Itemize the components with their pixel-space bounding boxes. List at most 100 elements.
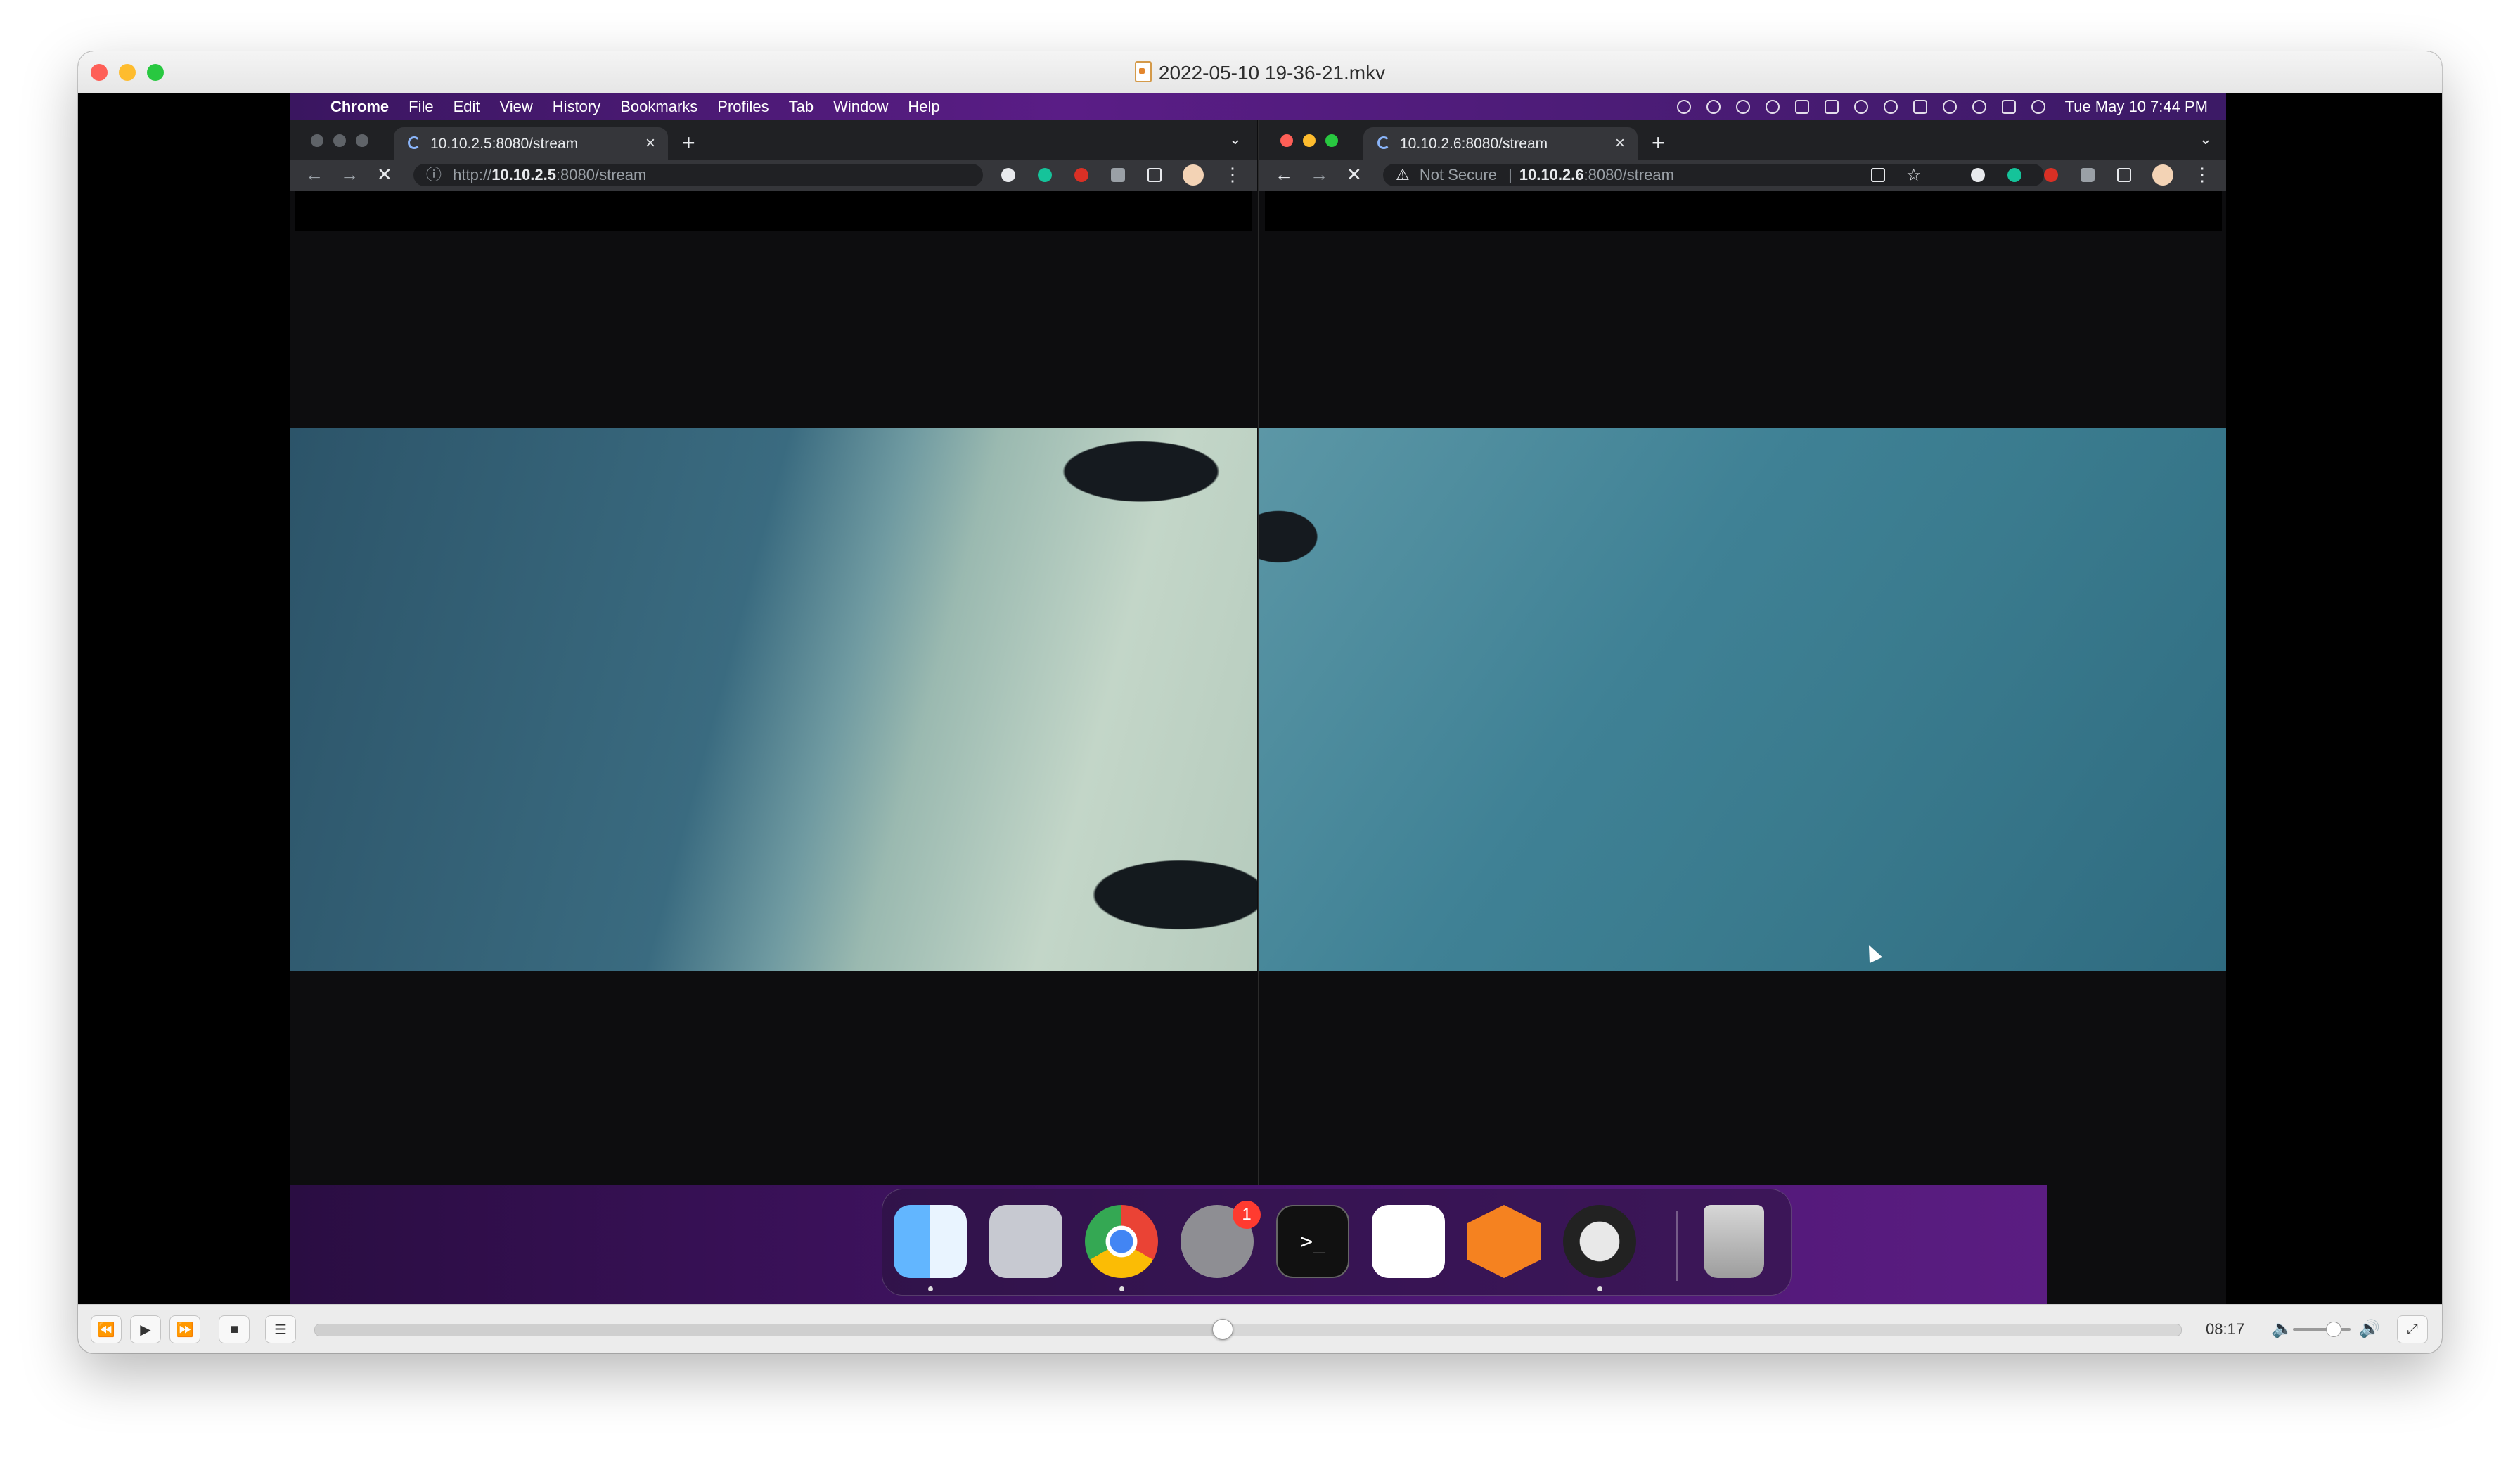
status-app-icon[interactable] (1676, 100, 1691, 114)
stop-button[interactable]: ■ (219, 1315, 250, 1343)
seek-bar-handle[interactable] (1211, 1319, 1233, 1340)
chrome-menu-icon[interactable]: ⋮ (2193, 164, 2211, 186)
browser-minimize-button[interactable] (333, 134, 346, 147)
grammarly-icon[interactable] (1038, 168, 1052, 182)
warning-icon[interactable]: ⚠ (1396, 166, 1410, 183)
spotlight-search-icon[interactable] (1972, 100, 1986, 114)
address-bar-left[interactable]: ⓘ http://10.10.2.5:8080/stream (413, 164, 983, 186)
ublock-icon[interactable] (2044, 168, 2058, 182)
extensions-puzzle-icon[interactable] (1111, 168, 1125, 182)
menu-edit[interactable]: Edit (454, 98, 480, 116)
profile-avatar[interactable] (2152, 164, 2173, 186)
system-preferences-icon[interactable]: 1 (1181, 1201, 1261, 1278)
menu-window[interactable]: Window (833, 98, 888, 116)
password-manager-icon[interactable] (1735, 100, 1750, 114)
browser-minimize-button[interactable] (1303, 134, 1316, 147)
tab-search-chevron-icon[interactable]: ⌄ (2199, 130, 2212, 148)
running-indicator (1598, 1286, 1602, 1291)
browser-close-button[interactable] (1280, 134, 1293, 147)
slack-icon[interactable] (1372, 1205, 1445, 1278)
profile-avatar[interactable] (1183, 164, 1204, 186)
playlist-button[interactable]: ☰ (265, 1315, 296, 1343)
address-bar-right[interactable]: ⚠ Not Secure | 10.10.2.6:8080/stream (1383, 164, 2044, 186)
chrome-menu-icon[interactable]: ⋮ (1223, 164, 1242, 186)
fast-forward-button[interactable]: ⏩ (169, 1315, 200, 1343)
volume-low-icon[interactable]: 🔈 (2272, 1319, 2293, 1339)
browser-zoom-button[interactable] (1325, 134, 1338, 147)
video-stream-left (290, 428, 1257, 971)
bookmark-star-icon[interactable]: ☆ (1906, 165, 1922, 186)
back-icon[interactable]: ← (305, 164, 323, 186)
volume-icon[interactable] (1883, 100, 1898, 114)
terminal-icon[interactable]: >_ (1276, 1205, 1349, 1278)
side-panel-icon[interactable] (2117, 168, 2131, 182)
menu-bookmarks[interactable]: Bookmarks (620, 98, 698, 116)
cloud-vpn-icon[interactable] (1467, 1205, 1541, 1278)
page-header-bar (1265, 191, 2222, 231)
menu-profiles[interactable]: Profiles (717, 98, 769, 116)
back-icon[interactable]: ← (1275, 164, 1293, 186)
tab-stream-left[interactable]: 10.10.2.5:8080/stream × (394, 127, 668, 160)
menu-file[interactable]: File (409, 98, 433, 116)
browser-close-button[interactable] (311, 134, 323, 147)
fullscreen-button[interactable]: ⤢ (2397, 1315, 2428, 1343)
wifi-icon[interactable] (1942, 100, 1957, 114)
page-content-left (290, 191, 1257, 1211)
menu-help[interactable]: Help (908, 98, 939, 116)
side-panel-icon[interactable] (1148, 168, 1162, 182)
browser-window-left: 10.10.2.5:8080/stream × + ⌄ ← → ✕ ⓘ http… (290, 120, 1257, 1211)
page-content-right (1259, 191, 2226, 1211)
new-tab-button[interactable]: + (1652, 130, 1665, 156)
seek-bar[interactable] (314, 1319, 2182, 1340)
tab-close-icon[interactable]: × (1615, 134, 1625, 153)
control-center-icon[interactable] (2001, 100, 2016, 114)
finder-icon[interactable] (894, 1205, 967, 1278)
keyboard-icon[interactable] (1794, 100, 1809, 114)
stop-loading-icon[interactable]: ✕ (377, 164, 392, 186)
tab-title: 10.10.2.6:8080/stream (1400, 136, 1548, 152)
new-tab-button[interactable]: + (682, 130, 695, 156)
menu-view[interactable]: View (500, 98, 533, 116)
volume-high-icon[interactable]: 🔊 (2359, 1319, 2380, 1339)
grammarly-icon[interactable] (2007, 168, 2021, 182)
url-path: :8080/stream (555, 166, 647, 183)
page-header-bar (295, 191, 1252, 231)
extension-icon[interactable] (1971, 168, 1985, 182)
battery-icon[interactable] (1912, 100, 1927, 114)
creative-cloud-icon[interactable] (1765, 100, 1780, 114)
menubar-clock[interactable]: Tue May 10 7:44 PM (2065, 98, 2208, 116)
stop-loading-icon[interactable]: ✕ (1346, 164, 1362, 186)
tab-close-icon[interactable]: × (645, 134, 655, 153)
forward-icon[interactable]: → (1310, 164, 1328, 186)
siri-icon[interactable] (2031, 100, 2045, 114)
dock-separator (1676, 1211, 1678, 1281)
menu-tab[interactable]: Tab (789, 98, 814, 116)
extensions-puzzle-icon[interactable] (2081, 168, 2095, 182)
trash-icon[interactable] (1704, 1205, 1764, 1278)
extension-icon[interactable] (1001, 168, 1015, 182)
site-info-icon[interactable]: ⓘ (426, 166, 442, 183)
bluetooth-icon[interactable] (1853, 100, 1868, 114)
security-label: Not Secure (1419, 166, 1497, 183)
tab-stream-right[interactable]: 10.10.2.6:8080/stream × (1363, 127, 1638, 160)
tab-search-chevron-icon[interactable]: ⌄ (1229, 130, 1242, 148)
rewind-button[interactable]: ⏪ (91, 1315, 122, 1343)
share-icon[interactable] (1871, 168, 1885, 182)
url-host: 10.10.2.6 (1519, 166, 1584, 183)
chrome-icon[interactable] (1085, 1205, 1158, 1278)
menu-app-name[interactable]: Chrome (330, 98, 389, 116)
url-scheme: http:// (453, 166, 492, 183)
forward-icon[interactable]: → (340, 164, 359, 186)
display-contrast-icon[interactable] (1706, 100, 1721, 114)
volume-slider-handle[interactable] (2326, 1322, 2342, 1337)
video-area[interactable]: Chrome File Edit View History Bookmarks … (78, 93, 2442, 1304)
volume-slider[interactable] (2293, 1322, 2351, 1337)
play-button[interactable]: ▶ (130, 1315, 161, 1343)
screen-record-icon[interactable] (1824, 100, 1839, 114)
player-titlebar: 2022-05-10 19-36-21.mkv (78, 51, 2442, 94)
menu-history[interactable]: History (553, 98, 600, 116)
obs-icon[interactable] (1563, 1205, 1636, 1278)
ublock-icon[interactable] (1074, 168, 1088, 182)
launchpad-icon[interactable] (989, 1205, 1062, 1278)
browser-zoom-button[interactable] (356, 134, 368, 147)
